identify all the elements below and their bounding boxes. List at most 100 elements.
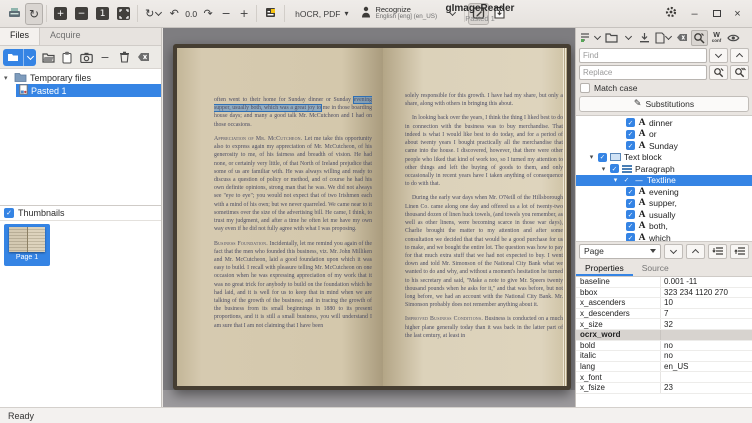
- add-images-dropdown[interactable]: [23, 49, 36, 66]
- minimize-icon: –: [691, 8, 697, 20]
- property-row[interactable]: italicno: [576, 351, 752, 362]
- open-folder-button[interactable]: [41, 50, 55, 64]
- clear-output-button[interactable]: [674, 30, 690, 46]
- screenshot-button[interactable]: [79, 50, 93, 64]
- block-checkbox[interactable]: ✓: [598, 153, 607, 162]
- expander-icon[interactable]: ▾: [600, 165, 607, 173]
- export-button[interactable]: [653, 30, 673, 46]
- delete-file-button[interactable]: [117, 50, 131, 64]
- scanned-book-image[interactable]: often went to their home for Sunday dinn…: [173, 44, 571, 390]
- word-checkbox[interactable]: ✓: [626, 199, 635, 208]
- replace-input[interactable]: [579, 65, 707, 80]
- word-checkbox[interactable]: ✓: [626, 233, 635, 242]
- tab-properties[interactable]: Properties: [576, 260, 633, 276]
- zoom-fit-button[interactable]: [113, 3, 134, 25]
- property-row[interactable]: x_fsize23: [576, 383, 752, 394]
- rotate-page-mode-button[interactable]: ↻: [25, 3, 43, 25]
- insert-mode-button[interactable]: [578, 30, 602, 46]
- expander-icon[interactable]: ▾: [4, 74, 11, 82]
- match-case-checkbox[interactable]: [580, 83, 590, 93]
- tab-source[interactable]: Source: [633, 260, 678, 276]
- word-checkbox[interactable]: ✓: [626, 118, 635, 127]
- tree-word-row[interactable]: ✓ A evening: [576, 186, 752, 198]
- zoom-out-button[interactable]: −: [71, 3, 92, 25]
- property-row[interactable]: x_ascenders10: [576, 298, 752, 309]
- thumbnail-page-1[interactable]: Page 1: [4, 224, 50, 266]
- paragraph-checkbox[interactable]: ✓: [610, 164, 619, 173]
- image-controls-button[interactable]: [260, 3, 281, 25]
- find-input[interactable]: [579, 48, 707, 63]
- property-row[interactable]: baseline0.001 -11: [576, 277, 752, 288]
- tree-row-temporary-files[interactable]: ▾ Temporary files: [0, 71, 161, 84]
- replace-all-button[interactable]: [730, 65, 749, 80]
- tree-word-row[interactable]: ✓ A usually: [576, 209, 752, 221]
- replace-button[interactable]: [709, 65, 728, 80]
- tree-word-row[interactable]: ✓ A dinner: [576, 117, 752, 129]
- paste-button[interactable]: [60, 50, 74, 64]
- tree-textblock-row[interactable]: ▾ ✓ Text block: [576, 152, 752, 164]
- preview-toggle-button[interactable]: [725, 30, 742, 46]
- word-checkbox[interactable]: ✓: [626, 222, 635, 231]
- collapse-all-button[interactable]: [730, 244, 749, 259]
- minimize-button[interactable]: –: [685, 4, 704, 23]
- tree-word-row[interactable]: ✓ A both,: [576, 221, 752, 233]
- word-confidence-button[interactable]: W conf: [709, 30, 724, 46]
- property-row[interactable]: boldno: [576, 341, 752, 352]
- document-canvas[interactable]: often went to their home for Sunday dinn…: [163, 28, 575, 407]
- property-row[interactable]: x_descenders7: [576, 309, 752, 320]
- word-checkbox[interactable]: ✓: [626, 130, 635, 139]
- scan-device-button[interactable]: [4, 3, 25, 25]
- rotation-angle-value[interactable]: 0.0: [183, 9, 199, 19]
- property-row[interactable]: bbox323 234 1120 270: [576, 288, 752, 299]
- remove-image-button[interactable]: −: [98, 50, 112, 64]
- word-checkbox[interactable]: ✓: [626, 210, 635, 219]
- app-menu-button[interactable]: [661, 4, 680, 23]
- rotate-cw-button[interactable]: ↷: [199, 3, 217, 25]
- ocr-output-mode-button[interactable]: hOCR, PDF ▾: [288, 3, 355, 25]
- open-dropdown-button[interactable]: [621, 30, 636, 46]
- tab-files[interactable]: Files: [0, 28, 40, 45]
- word-checkbox[interactable]: ✓: [626, 187, 635, 196]
- expander-icon[interactable]: ▾: [588, 153, 595, 161]
- tree-word-row[interactable]: ✓ A which: [576, 232, 752, 242]
- tree-textline-row-selected[interactable]: ▾ ✓ — Textline: [576, 175, 752, 187]
- tree-word-row[interactable]: ✓ A or: [576, 129, 752, 141]
- hocr-toolbar: W conf: [576, 28, 752, 47]
- zoom-in-button[interactable]: +: [50, 3, 71, 25]
- zoom-original-button[interactable]: 1: [92, 3, 113, 25]
- angle-increase-button[interactable]: +: [235, 3, 253, 25]
- maximize-button[interactable]: [707, 4, 726, 23]
- clear-list-button[interactable]: [136, 50, 150, 64]
- open-hocr-button[interactable]: [603, 30, 620, 46]
- rotate-ccw-button[interactable]: ↶: [165, 3, 183, 25]
- thumbnail-caption: Page 1: [16, 254, 38, 261]
- expand-all-button[interactable]: [708, 244, 727, 259]
- find-row: [576, 47, 752, 64]
- thumbnails-checkbox[interactable]: ✓: [4, 208, 14, 218]
- textline-icon: —: [634, 176, 644, 185]
- navigate-next-button[interactable]: [664, 244, 683, 259]
- tree-word-row[interactable]: ✓ A Sunday: [576, 140, 752, 152]
- textline-checkbox[interactable]: ✓: [622, 176, 631, 185]
- angle-decrease-button[interactable]: −: [217, 3, 235, 25]
- find-next-button[interactable]: [709, 48, 728, 63]
- page-selector[interactable]: Page: [579, 244, 661, 259]
- expander-icon[interactable]: ▾: [612, 176, 619, 184]
- find-replace-toggle-button[interactable]: [691, 30, 708, 46]
- word-checkbox[interactable]: ✓: [626, 141, 635, 150]
- property-row[interactable]: x_font: [576, 372, 752, 383]
- property-row[interactable]: x_size32: [576, 319, 752, 330]
- tree-row-pasted-file[interactable]: Pasted 1: [16, 84, 161, 97]
- tab-acquire[interactable]: Acquire: [40, 28, 91, 45]
- substitutions-button[interactable]: ✎ Substitutions: [579, 96, 749, 112]
- property-section-header[interactable]: ocrx_word: [576, 330, 752, 341]
- find-prev-button[interactable]: [730, 48, 749, 63]
- navigate-prev-button[interactable]: [686, 244, 705, 259]
- property-row[interactable]: langen_US: [576, 362, 752, 373]
- rotate-mode-dropdown[interactable]: ↻: [141, 3, 165, 25]
- tree-word-row[interactable]: ✓ A supper,: [576, 198, 752, 210]
- close-button[interactable]: ×: [728, 4, 747, 23]
- save-hocr-button[interactable]: [637, 30, 652, 46]
- tree-paragraph-row[interactable]: ▾ ✓ Paragraph: [576, 163, 752, 175]
- add-images-split-button[interactable]: [3, 49, 36, 66]
